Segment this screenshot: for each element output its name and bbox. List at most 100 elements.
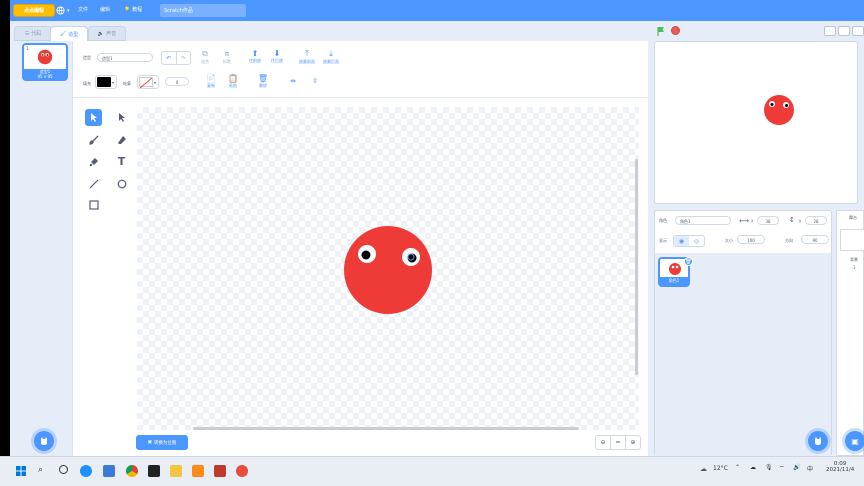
size-input[interactable]: 100 [737,235,765,244]
chevron-up-icon[interactable]: ⌃ [735,464,740,471]
stage-thumbnail [840,229,864,251]
lightbulb-icon: 💡 [124,6,131,13]
reshape-tool-icon[interactable] [113,109,130,126]
undo-icon[interactable]: ↶ [162,52,177,64]
sprite-name-input[interactable]: 角色1 [675,216,731,225]
menu-tutorial[interactable]: 💡 教程 [124,6,143,14]
choose-costume-button[interactable] [34,431,54,451]
weather-icon[interactable]: ☁ [700,465,707,473]
stage-selector[interactable]: 舞台 背景 1 ▣ [836,210,864,456]
logo[interactable]: 点点编程 [13,4,55,17]
back-button[interactable]: ⤓ 放最后面 [319,49,343,65]
chevron-down-icon: ▾ [112,79,115,85]
fill-swatch [97,77,111,87]
fill-color-picker[interactable]: ▾ [95,75,117,89]
y-input[interactable]: 28 [805,216,827,225]
zoom-in-icon[interactable]: ⊕ [626,436,640,449]
ungroup-button[interactable]: ⧈ 拆散 [217,49,237,65]
arrow-top-icon: ⤒ [305,49,309,58]
wifi-icon[interactable]: ⌔ [779,464,785,472]
stop-icon[interactable] [671,26,680,35]
rectangle-tool-icon[interactable] [85,196,102,213]
menu-file[interactable]: 文件 [78,6,88,13]
select-tool-icon[interactable] [85,109,102,126]
trash-icon: 🗑 [257,74,269,83]
temperature[interactable]: 12°C [713,465,728,472]
paint-canvas[interactable] [137,107,639,430]
outline-width-input[interactable]: 0 [165,77,189,86]
fill-tool-icon[interactable] [85,153,102,170]
flip-horizontal-icon[interactable]: ⇹ [283,77,303,85]
x-input[interactable]: 38 [757,216,779,225]
direction-label: 方向 [785,238,793,243]
recorder-icon[interactable] [236,465,248,477]
vscode-icon[interactable] [103,465,115,477]
eraser-tool-icon[interactable] [113,131,130,148]
choose-backdrop-button[interactable]: ▣ [845,431,864,451]
group-button[interactable]: ⧉ 组合 [195,49,215,65]
outline-color-picker[interactable]: ▾ [137,75,159,89]
zoom-reset-button[interactable]: = [611,436,626,449]
menu-edit[interactable]: 编辑 [100,6,110,13]
green-flag-icon[interactable] [656,26,666,36]
costume-item[interactable]: 1 造型1 95 x 95 [22,43,68,81]
eye-closed-icon[interactable]: ◎ [689,236,704,246]
small-stage-icon[interactable] [824,26,836,36]
stage[interactable] [654,41,858,204]
choose-sprite-button[interactable] [808,431,828,451]
copy-button[interactable]: 📄 复制 [201,74,221,89]
tab-costumes[interactable]: 🖌 造型 [50,26,88,41]
redo-icon[interactable]: ↷ [177,52,191,64]
tab-sounds-label: 声音 [106,31,117,37]
convert-to-bitmap-button[interactable]: ▣ 转换为位图 [136,435,188,450]
scratch-app-icon[interactable] [192,465,204,477]
windows-start-icon[interactable] [16,466,26,476]
y-label: y [799,218,802,223]
visibility-toggle: ◉ ◎ [673,235,705,247]
edge-icon[interactable] [80,465,92,477]
direction-input[interactable]: 90 [801,235,829,244]
horizontal-scrollbar[interactable] [193,427,579,430]
chevron-down-icon: ▾ [154,79,157,85]
brush-tool-icon[interactable] [85,131,102,148]
microphone-icon[interactable]: 🎙 [765,464,773,471]
circle-tool-icon[interactable] [113,175,130,192]
chrome-icon[interactable] [126,465,138,477]
eye-icon[interactable]: ◉ [674,236,689,246]
delete-sprite-icon[interactable]: 🗑 [684,257,693,266]
flip-vertical-icon[interactable]: ⇳ [305,77,325,85]
app-icon[interactable] [214,465,226,477]
project-title-input[interactable]: Scratch作品 [160,4,246,17]
terminal-icon[interactable] [148,465,160,477]
sprite-item[interactable]: 🗑 角色1 [658,257,693,287]
clock[interactable]: 0:09 2021/11/4 [826,461,854,473]
volume-icon[interactable]: 🔊 [793,464,800,471]
search-icon[interactable]: ⌕ [38,465,43,475]
sprite-thumbnail [668,262,682,276]
file-explorer-icon[interactable] [170,465,182,477]
costume-name-input[interactable]: 造型1 [97,53,153,62]
costume-list: 1 造型1 95 x 95 [10,41,72,456]
language-button[interactable]: ▾ [56,6,70,15]
stage-sprite[interactable] [764,95,794,125]
cloud-sync-icon[interactable]: ☁ [750,464,756,471]
fullscreen-icon[interactable] [852,26,864,36]
paste-button[interactable]: 📋 粘贴 [223,74,243,89]
text-tool-icon[interactable]: T [113,153,130,170]
input-method-icon[interactable]: 中 [807,464,813,473]
zoom-out-icon[interactable]: ⊖ [596,436,611,449]
front-button[interactable]: ⤒ 放最前面 [295,49,319,65]
chevron-down-icon: ▾ [67,7,70,14]
large-stage-icon[interactable] [838,26,850,36]
line-tool-icon[interactable] [85,175,102,192]
tab-sounds[interactable]: 🔈 声音 [88,26,126,41]
costume-drawing[interactable] [344,226,434,316]
vertical-scrollbar[interactable] [635,159,638,375]
forward-button[interactable]: ⬆ 往前放 [245,49,265,64]
backward-button[interactable]: ⬇ 往后放 [267,49,287,64]
delete-button[interactable]: 🗑 删除 [253,74,273,89]
task-view-icon[interactable] [59,465,68,474]
tab-code[interactable]: ☰ 代码 [14,26,52,41]
menu-tutorial-label: 教程 [132,7,143,13]
zoom-controls: ⊖ = ⊕ [595,435,641,450]
